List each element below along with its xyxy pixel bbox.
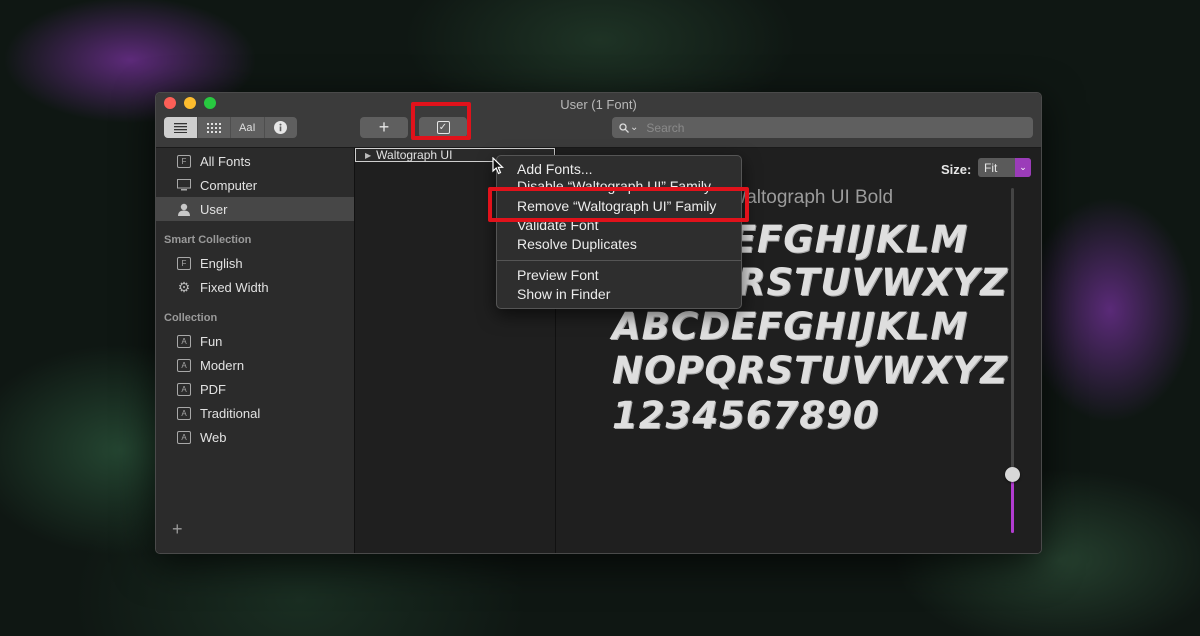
annotation-highlight-check (411, 102, 471, 140)
gear-icon: ⚙ (177, 278, 191, 295)
search-field[interactable]: ⌄ (612, 117, 1033, 138)
collection-icon: A (177, 334, 191, 348)
sample-view-button[interactable]: AaI (231, 117, 265, 138)
add-font-button[interactable]: + (360, 117, 408, 138)
collection-icon: A (177, 382, 191, 396)
mouse-pointer-icon (492, 157, 504, 175)
font-book-icon: F (177, 154, 191, 168)
grid-icon (206, 122, 221, 133)
sidebar-item-all-fonts[interactable]: F All Fonts (156, 149, 354, 173)
window-title: User (1 Font) (560, 97, 637, 112)
sidebar-item-pdf[interactable]: A PDF (156, 377, 354, 401)
search-input[interactable] (644, 119, 1029, 136)
context-menu: Add Fonts... Disable “Waltograph UI” Fam… (496, 155, 742, 309)
collection-icon: A (177, 358, 191, 372)
preview-line: ABCDEFGHIJKLM (612, 305, 969, 348)
sidebar-item-label: All Fonts (200, 153, 251, 169)
menu-item-preview-font[interactable]: Preview Font (517, 267, 599, 283)
size-slider-knob[interactable] (1005, 467, 1020, 483)
smart-collection-header: Smart Collection (164, 234, 252, 246)
sidebar-item-fixed-width[interactable]: ⚙ Fixed Width (156, 275, 354, 299)
sidebar-item-traditional[interactable]: A Traditional (156, 401, 354, 425)
menu-item-resolve-duplicates[interactable]: Resolve Duplicates (517, 236, 637, 252)
disclosure-triangle-icon[interactable]: ▶ (365, 151, 371, 160)
size-select[interactable]: Fit ⌄ (978, 158, 1031, 177)
size-label: Size: (941, 162, 972, 177)
size-value: Fit (984, 160, 998, 175)
preview-line: NOPQRSTUVWXYZ (612, 349, 1009, 392)
view-mode-control: AaI (164, 117, 297, 138)
chevron-down-icon: ⌄ (630, 122, 639, 133)
computer-icon (177, 179, 191, 192)
preview-font-title: Waltograph UI Bold (729, 187, 894, 208)
collection-icon: A (177, 430, 191, 444)
sidebar-item-fun[interactable]: A Fun (156, 329, 354, 353)
list-view-button[interactable] (164, 117, 198, 138)
user-icon (177, 203, 191, 216)
collection-header: Collection (164, 312, 218, 324)
menu-separator (497, 260, 741, 261)
sidebar-item-label: Modern (200, 357, 245, 373)
size-slider-fill (1011, 474, 1014, 533)
font-book-icon: F (177, 256, 191, 270)
sidebar-item-user[interactable]: User (156, 197, 354, 221)
grid-view-button[interactable] (198, 117, 231, 138)
sidebar-item-computer[interactable]: Computer (156, 173, 354, 197)
collection-icon: A (177, 406, 191, 420)
preview-line: 1234567890 (612, 394, 880, 437)
sidebar: F All Fonts Computer User Smart Collecti… (156, 148, 355, 553)
sidebar-item-modern[interactable]: A Modern (156, 353, 354, 377)
sample-icon: AaI (238, 121, 256, 134)
add-collection-button[interactable]: + (172, 519, 183, 540)
search-icon: ⌄ (619, 122, 638, 133)
sidebar-item-label: Traditional (200, 405, 261, 421)
sidebar-item-label: English (200, 255, 243, 271)
sidebar-item-label: Web (200, 429, 227, 445)
font-family-label: Waltograph UI (376, 148, 453, 162)
menu-item-add-fonts[interactable]: Add Fonts... (517, 161, 592, 177)
info-icon (274, 121, 288, 134)
sidebar-item-label: PDF (200, 381, 226, 397)
sidebar-item-web[interactable]: A Web (156, 425, 354, 449)
titlebar: User (1 Font) AaI + ✓ ⌄ Search (156, 93, 1041, 148)
sidebar-item-label: Fun (200, 333, 223, 349)
annotation-highlight-remove (488, 187, 749, 222)
list-icon (173, 122, 187, 133)
chevron-down-icon: ⌄ (1015, 158, 1031, 177)
sidebar-item-english[interactable]: F English (156, 251, 354, 275)
sidebar-item-label: Computer (200, 177, 258, 193)
menu-item-show-in-finder[interactable]: Show in Finder (517, 286, 610, 302)
info-view-button[interactable] (265, 117, 298, 138)
sidebar-item-label: User (200, 201, 228, 217)
sidebar-item-label: Fixed Width (200, 279, 269, 295)
